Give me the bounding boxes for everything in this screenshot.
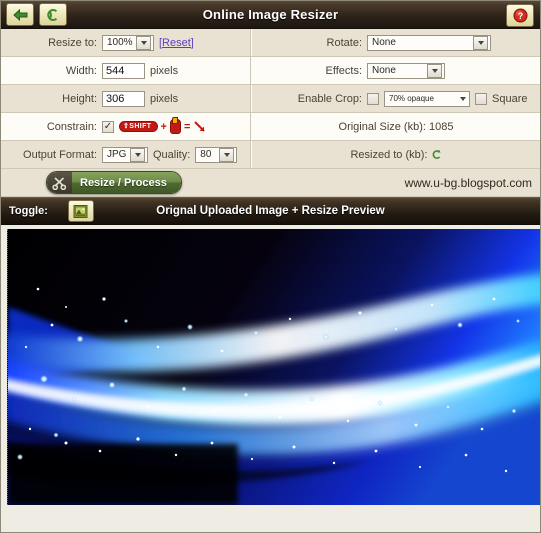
- image-preview-area: [1, 225, 540, 506]
- height-input[interactable]: 306: [102, 90, 145, 107]
- height-label: Height:: [1, 84, 102, 113]
- hint-plus-sign: +: [160, 120, 167, 133]
- resize-to-label: Resize to:: [1, 29, 102, 57]
- enable-crop-checkbox[interactable]: [367, 92, 379, 105]
- enable-crop-field-cell: 70% opaque Square: [367, 84, 540, 113]
- effects-field-cell: None: [367, 56, 540, 85]
- preview-image-canvas: [8, 229, 540, 505]
- form-row-format-resized: Output Format: JPG Quality: 80 Resized t…: [1, 140, 540, 169]
- output-format-value: JPG: [107, 149, 127, 160]
- constrain-checkbox[interactable]: ✓: [102, 120, 114, 133]
- chevron-down-icon: [473, 35, 488, 50]
- refresh-button[interactable]: [39, 3, 67, 26]
- watermark-text: www.u-bg.blogspot.com: [404, 175, 532, 190]
- rotate-label: Rotate:: [252, 29, 367, 57]
- back-button[interactable]: [6, 3, 34, 26]
- hint-equals-sign: =: [183, 120, 191, 133]
- rotate-field-cell: None: [367, 29, 540, 57]
- output-format-field-cell: JPG Quality: 80: [102, 140, 251, 169]
- image-resizer-window: Online Image Resizer ? Resize to: 100% […: [0, 0, 541, 533]
- shift-key-label: SHIFT: [129, 122, 152, 130]
- width-field-cell: 544 pixels: [102, 56, 251, 85]
- toggle-view-button[interactable]: [67, 200, 94, 222]
- chevron-down-icon: [458, 93, 467, 105]
- title-bar: Online Image Resizer ?: [1, 1, 540, 29]
- chevron-down-icon: [136, 35, 151, 50]
- rotate-value: None: [372, 37, 396, 48]
- effects-value: None: [372, 65, 396, 76]
- resize-to-value: 100%: [107, 37, 133, 48]
- width-unit: pixels: [150, 64, 179, 77]
- original-size-cell: Original Size (kb): 1085: [252, 112, 540, 141]
- refresh-small-icon[interactable]: [431, 149, 442, 160]
- help-icon: ?: [513, 8, 527, 23]
- output-format-select[interactable]: JPG: [102, 146, 148, 163]
- width-input[interactable]: 544: [102, 62, 145, 79]
- reset-link[interactable]: [Reset]: [159, 37, 194, 49]
- resized-to-cell: Resized to (kb):: [252, 140, 540, 169]
- resize-process-label: Resize / Process: [72, 172, 181, 193]
- resize-to-field-cell: 100% [Reset]: [102, 29, 251, 57]
- original-size-label: Original Size (kb):: [338, 120, 426, 133]
- help-button[interactable]: ?: [506, 4, 534, 27]
- rotate-select[interactable]: None: [367, 34, 491, 51]
- form-row-constrain-origsize: Constrain: ✓ ⇧SHIFT + = Original Size (k…: [1, 112, 540, 141]
- quality-label: Quality:: [153, 148, 191, 161]
- form-row-resize-rotate: Resize to: 100% [Reset] Rotate: None: [1, 29, 540, 57]
- height-unit: pixels: [150, 92, 179, 105]
- effects-select[interactable]: None: [367, 62, 445, 79]
- chevron-down-icon: [219, 147, 235, 162]
- refresh-icon: [47, 8, 58, 21]
- quality-select[interactable]: 80: [195, 146, 238, 163]
- settings-form: Resize to: 100% [Reset] Rotate: None Wid…: [1, 29, 540, 169]
- crop-opacity-select[interactable]: 70% opaque: [384, 90, 470, 107]
- diagonal-resize-icon: [194, 121, 206, 132]
- form-row-height-crop: Height: 306 pixels Enable Crop: 70% opaq…: [1, 84, 540, 113]
- width-label: Width:: [1, 56, 102, 85]
- action-bar: Resize / Process www.u-bg.blogspot.com: [1, 169, 540, 197]
- crop-opacity-value: 70% opaque: [389, 94, 434, 103]
- original-size-value: 1085: [429, 120, 454, 133]
- window-title: Online Image Resizer: [202, 7, 339, 22]
- enable-crop-label: Enable Crop:: [252, 84, 367, 113]
- image-icon: [73, 204, 88, 218]
- resize-process-button[interactable]: Resize / Process: [46, 171, 182, 194]
- height-field-cell: 306 pixels: [102, 84, 251, 113]
- crop-square-label: Square: [492, 92, 528, 105]
- toggle-bar: Toggle: Orignal Uploaded Image + Resize …: [1, 197, 540, 225]
- scissors-icon: [47, 172, 72, 193]
- svg-text:?: ?: [517, 11, 523, 21]
- form-row-width-effects: Width: 544 pixels Effects: None: [1, 56, 540, 85]
- constrain-field-cell: ✓ ⇧SHIFT + =: [102, 112, 251, 141]
- chevron-down-icon: [427, 63, 442, 78]
- crop-square-checkbox[interactable]: [475, 92, 487, 105]
- back-arrow-icon: [12, 8, 27, 21]
- mouse-icon: [169, 117, 181, 134]
- quality-value: 80: [200, 149, 212, 160]
- output-format-label: Output Format:: [1, 140, 102, 169]
- chevron-down-icon: [130, 147, 145, 162]
- shift-key-badge: ⇧SHIFT: [119, 120, 158, 133]
- preview-image[interactable]: [7, 229, 540, 505]
- constrain-label: Constrain:: [1, 112, 102, 141]
- resize-to-select[interactable]: 100%: [102, 34, 154, 51]
- resized-to-label: Resized to (kb):: [350, 148, 428, 161]
- constrain-hint: ⇧SHIFT + =: [119, 117, 207, 134]
- effects-label: Effects:: [252, 56, 367, 85]
